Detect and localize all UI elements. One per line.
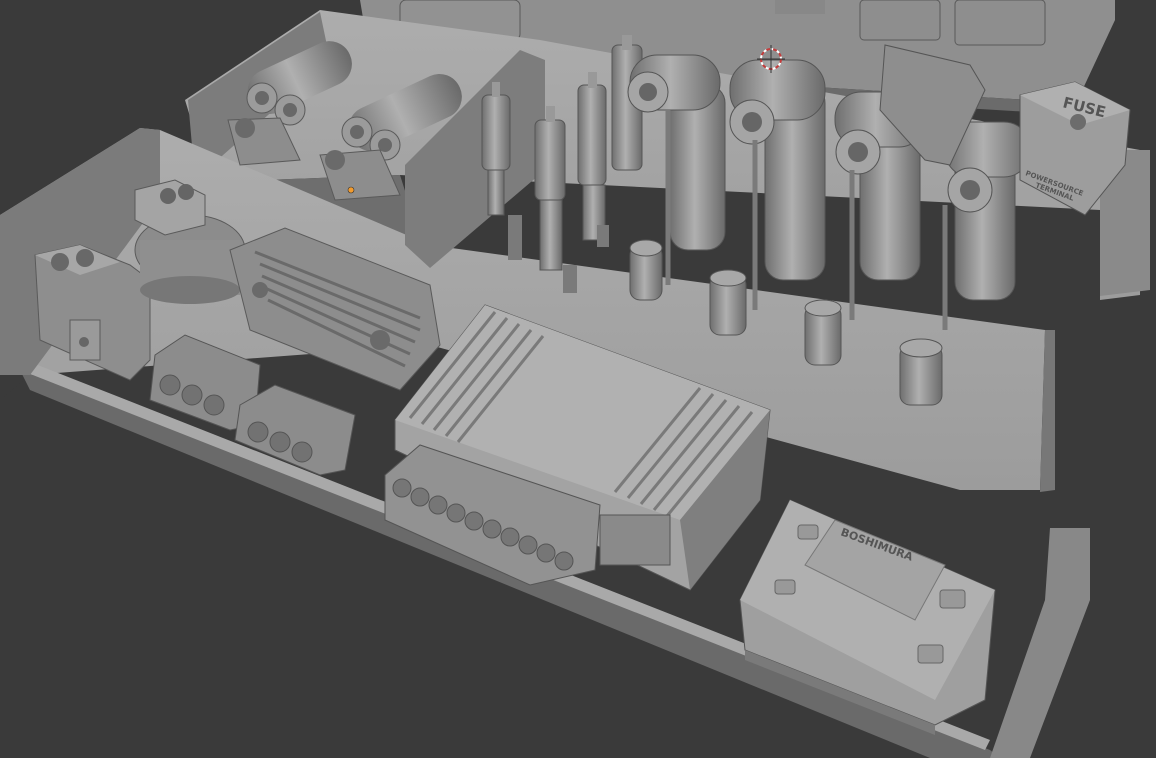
- small-cap-3[interactable]: [804, 299, 842, 366]
- spark-plug-3[interactable]: [577, 72, 609, 247]
- object-origin-dot[interactable]: [347, 186, 355, 194]
- small-cap-1[interactable]: [629, 239, 663, 301]
- scene-canvas[interactable]: FUSE POWERSOURCE TERMINAL BOSHIMURA: [0, 0, 1156, 758]
- small-cap-4[interactable]: [899, 338, 943, 406]
- small-cap-2[interactable]: [709, 269, 747, 336]
- 3d-viewport[interactable]: FUSE POWERSOURCE TERMINAL BOSHIMURA: [0, 0, 1156, 758]
- ignition-boot-4[interactable]: [942, 121, 1031, 330]
